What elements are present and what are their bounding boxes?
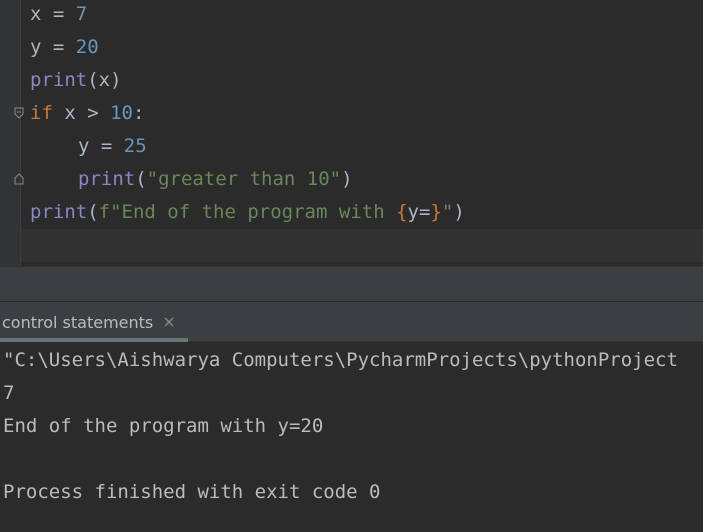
code-token: }: [430, 201, 442, 223]
console-line: "C:\Users\Aishwarya Computers\PycharmPro…: [3, 349, 678, 371]
code-token: 25: [123, 135, 147, 157]
code-token: y =: [30, 36, 76, 58]
code-token: (: [135, 168, 147, 190]
run-console[interactable]: "C:\Users\Aishwarya Computers\PycharmPro…: [0, 342, 703, 532]
fold-end-icon[interactable]: [14, 173, 24, 185]
code-token: if: [30, 102, 53, 124]
code-token: :: [132, 102, 145, 124]
code-token: x >: [52, 102, 111, 124]
code-line[interactable]: if x > 10:: [30, 97, 144, 130]
fold-start-icon[interactable]: [14, 107, 24, 119]
code-line[interactable]: y = 25: [30, 130, 147, 163]
code-token: ): [453, 201, 465, 223]
code-token: x =: [30, 3, 76, 25]
code-token: y=: [407, 201, 431, 223]
run-tab-label: control statements: [2, 312, 154, 332]
code-token: 20: [75, 36, 99, 58]
current-line-highlight: [21, 229, 703, 262]
editor-gutter[interactable]: [0, 0, 21, 266]
code-token: print: [30, 201, 88, 223]
code-token: f"End of the program with: [98, 201, 397, 223]
code-editor[interactable]: x = 7 y = 20 print(x) if x > 10: y = 25 …: [0, 0, 703, 266]
code-token: print: [78, 168, 136, 190]
code-token: print: [30, 69, 88, 91]
code-line[interactable]: print("greater than 10"): [30, 163, 353, 196]
code-token: {: [396, 201, 408, 223]
code-token: ": [441, 201, 454, 223]
run-tab-bar: control statements: [0, 302, 703, 342]
console-line: Process finished with exit code 0: [3, 481, 381, 503]
close-icon[interactable]: [162, 315, 176, 329]
code-token: 7: [75, 3, 88, 25]
code-token: (: [87, 201, 99, 223]
code-line[interactable]: print(f"End of the program with {y=}"): [30, 196, 465, 229]
code-token: y =: [78, 135, 124, 157]
code-token: "greater than 10": [146, 168, 342, 190]
console-line: End of the program with y=20: [3, 415, 324, 437]
console-line: 7: [3, 382, 15, 404]
code-token: 10: [110, 102, 133, 124]
code-line[interactable]: x = 7: [30, 0, 87, 31]
code-line[interactable]: print(x): [30, 64, 122, 97]
panel-splitter[interactable]: [0, 266, 703, 302]
code-line[interactable]: y = 20: [30, 31, 99, 64]
run-tab[interactable]: control statements: [0, 302, 188, 342]
code-token: (x): [87, 69, 122, 91]
code-token: ): [341, 168, 353, 190]
